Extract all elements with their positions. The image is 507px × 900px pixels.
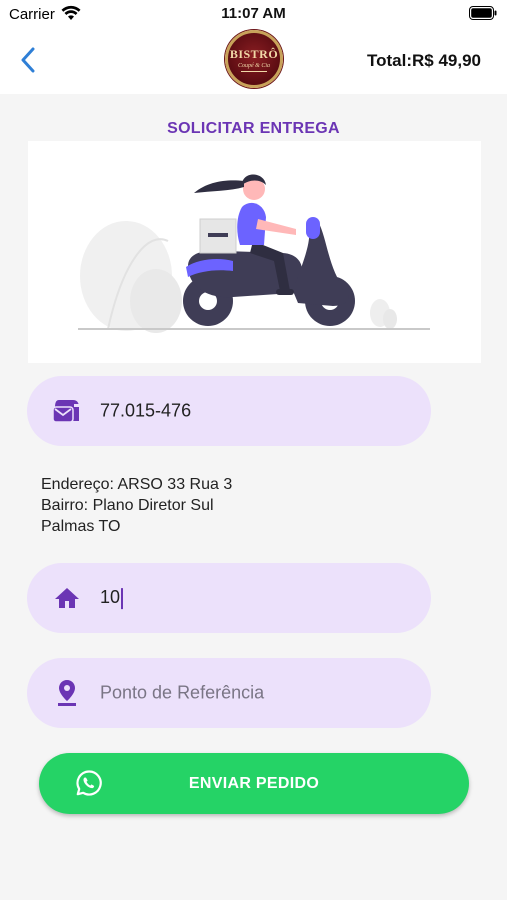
status-bar: Carrier 11:07 AM — [0, 0, 507, 28]
send-order-button[interactable]: ENVIAR PEDIDO — [39, 753, 469, 814]
address-details: Endereço: ARSO 33 Rua 3 Bairro: Plano Di… — [41, 474, 232, 537]
chevron-left-icon — [21, 47, 35, 73]
cep-value: 77.015-476 — [100, 400, 192, 421]
reference-field[interactable]: Ponto de Referência — [27, 658, 431, 728]
bistro-logo: BISTRÔ Coupé & Cia — [225, 30, 283, 88]
order-total: Total:R$ 49,90 — [366, 51, 481, 70]
page-title: SOLICITAR ENTREGA — [167, 120, 340, 137]
house-number-field[interactable]: 10 — [27, 563, 431, 633]
address-neighborhood: Bairro: Plano Diretor Sul — [41, 497, 214, 514]
logo-subtext: Coupé & Cia — [237, 62, 270, 69]
app-header: BISTRÔ Coupé & Cia Total:R$ 49,90 — [0, 28, 507, 94]
house-number-text: 10 — [100, 587, 121, 608]
status-time: 11:07 AM — [221, 5, 286, 22]
text-cursor — [121, 587, 124, 609]
scooter-rider-illustration — [78, 174, 430, 333]
house-number-value: 10 — [100, 587, 124, 609]
home-icon — [51, 582, 83, 614]
logo-divider — [241, 70, 267, 72]
battery-icon — [469, 6, 497, 20]
address-street: Endereço: ARSO 33 Rua 3 — [41, 476, 233, 493]
back-button[interactable] — [12, 42, 44, 78]
cep-field[interactable]: 77.015-476 — [27, 376, 431, 446]
delivery-illustration — [28, 141, 481, 363]
logo-text: BISTRÔ — [229, 46, 279, 61]
reference-placeholder: Ponto de Referência — [100, 682, 265, 703]
mailbox-icon — [51, 395, 83, 427]
send-order-label: ENVIAR PEDIDO — [188, 775, 320, 792]
location-pin-icon — [51, 677, 83, 709]
address-city: Palmas TO — [41, 518, 121, 535]
